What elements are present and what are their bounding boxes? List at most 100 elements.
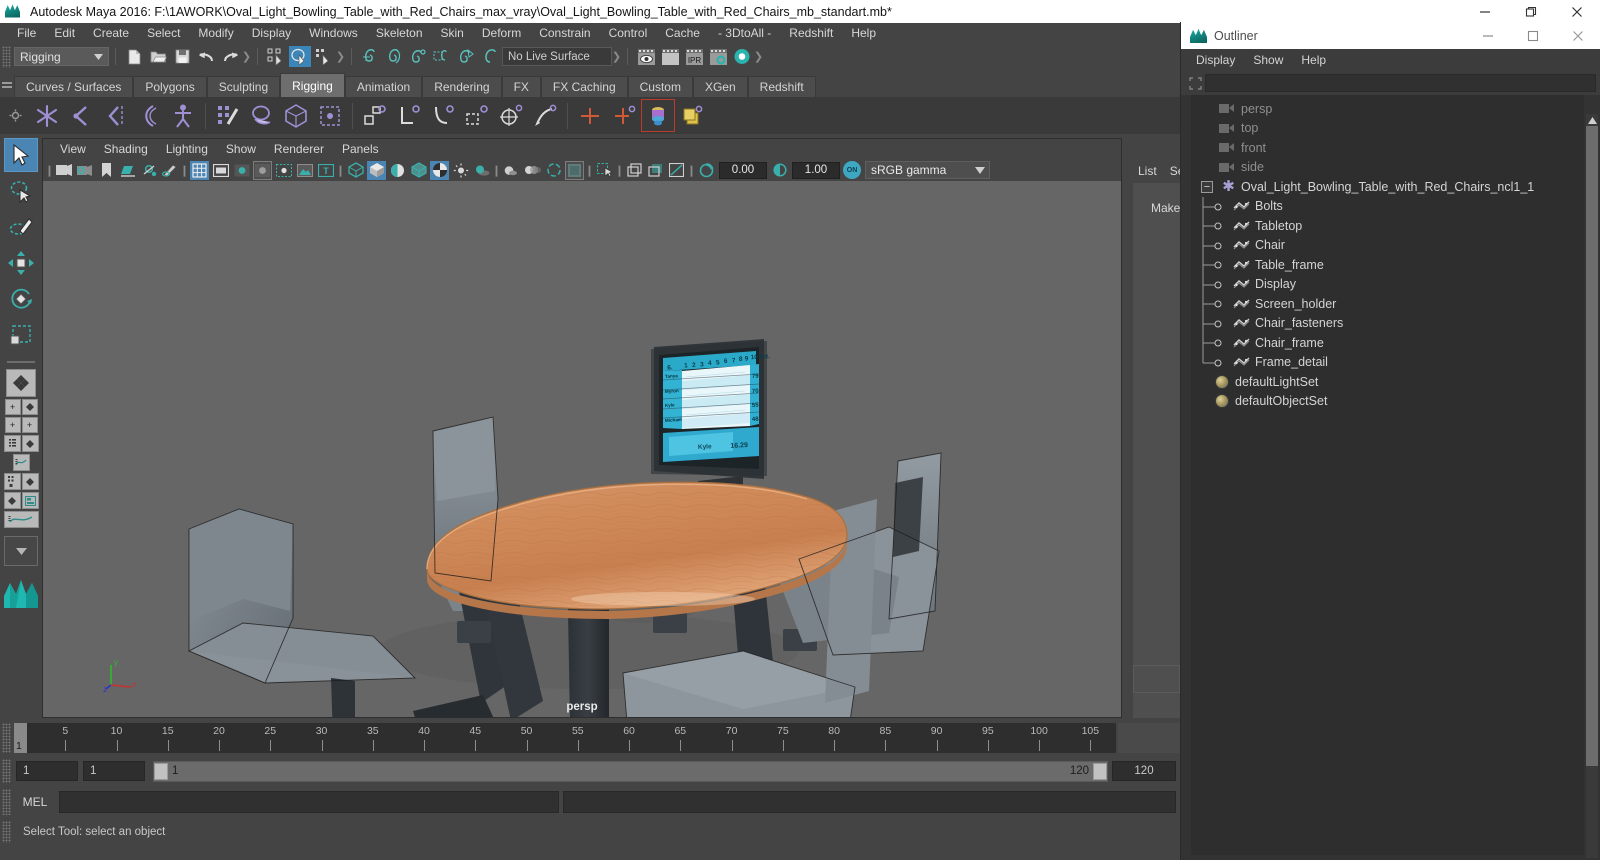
deformer-icon[interactable] [641, 99, 675, 132]
outliner-only-layout[interactable] [3, 435, 21, 452]
snap-to-curve-icon[interactable] [383, 46, 405, 67]
create-locator-icon[interactable] [573, 99, 607, 132]
outliner-scrollbar[interactable] [1586, 114, 1598, 858]
menu-cache[interactable]: Cache [656, 23, 709, 44]
anim-start-field[interactable]: 1 [83, 761, 145, 781]
viewport-menu-renderer[interactable]: Renderer [265, 142, 333, 156]
playback-controls-area[interactable] [1118, 723, 1180, 753]
image-plane-icon[interactable] [118, 161, 137, 180]
select-camera-icon[interactable] [55, 161, 74, 180]
outliner-item-top[interactable]: top [1191, 119, 1584, 139]
make-label[interactable]: Make [1151, 201, 1180, 215]
menu-skeleton[interactable]: Skeleton [367, 23, 432, 44]
shelf-tab-sculpting[interactable]: Sculpting [206, 76, 281, 97]
menu-modify[interactable]: Modify [189, 23, 242, 44]
shelf-tab-redshift[interactable]: Redshift [747, 76, 816, 97]
lasso-select-tool[interactable] [4, 174, 38, 208]
texture-borders-icon[interactable]: T [316, 161, 335, 180]
outliner-item-front[interactable]: front [1191, 138, 1584, 158]
xray-icon[interactable] [625, 161, 644, 180]
gamma-value[interactable]: 1.00 [792, 161, 840, 179]
scroll-up-icon[interactable] [1586, 114, 1598, 126]
menu-control[interactable]: Control [600, 23, 657, 44]
toolbar-collapse-arrow[interactable]: ❯ [754, 48, 763, 66]
outliner-item-persp[interactable]: persp [1191, 99, 1584, 119]
menu-3dtoall[interactable]: - 3DtoAll - [709, 23, 780, 44]
render-view-layout[interactable] [3, 492, 21, 509]
snap-to-grid-icon[interactable] [359, 46, 381, 67]
shelf-tab-rigging[interactable]: Rigging [280, 73, 345, 97]
insert-joint-icon[interactable] [64, 99, 98, 132]
create-locator-offset-icon[interactable] [607, 99, 641, 132]
quick-rig-icon[interactable] [166, 99, 200, 132]
toolbar-collapse-arrow[interactable]: ❯ [242, 48, 251, 66]
open-scene-icon[interactable] [147, 46, 169, 67]
timeline-current-frame-indicator[interactable]: 1 [14, 723, 27, 753]
snap-to-view-plane-icon[interactable] [455, 46, 477, 67]
render-sequence-icon[interactable] [659, 46, 681, 67]
smooth-shade-all-icon[interactable] [367, 160, 386, 180]
live-surface-field[interactable]: No Live Surface [502, 47, 612, 66]
range-slider-right-handle[interactable] [1093, 762, 1107, 780]
parent-constraint-icon[interactable] [358, 99, 392, 132]
outliner-persp-layout[interactable] [21, 399, 38, 415]
outliner-search-input[interactable] [1205, 74, 1596, 92]
paint-skin-weights-icon[interactable] [211, 99, 245, 132]
blend-shape-layout[interactable] [21, 473, 39, 490]
grid-toggle-icon[interactable] [190, 160, 209, 180]
range-slider[interactable]: 1 120 [153, 760, 1108, 782]
undo-icon[interactable] [195, 46, 217, 67]
menu-create[interactable]: Create [84, 23, 138, 44]
close-icon[interactable] [1555, 22, 1600, 49]
screen-space-ao-icon[interactable] [502, 161, 521, 180]
menu-skin[interactable]: Skin [432, 23, 473, 44]
menu-list[interactable]: List [1138, 164, 1157, 178]
graph-editor-layout[interactable] [12, 454, 30, 471]
color-management-selector[interactable]: sRGB gamma [865, 161, 990, 179]
mirror-joint-icon[interactable] [98, 99, 132, 132]
hypergraph-layout[interactable] [3, 473, 21, 490]
duplicate-special-icon[interactable] [675, 99, 709, 132]
persp-only-layout[interactable] [21, 435, 39, 452]
film-gate-icon[interactable] [211, 161, 230, 180]
exposure-icon[interactable] [697, 161, 716, 180]
timeslider-track[interactable]: 5 10 15 20 25 30 35 40 45 50 55 60 65 70 75 80 85 90 95 100… [14, 723, 1116, 753]
shelf-tab-fx[interactable]: FX [501, 76, 541, 97]
range-slider-left-handle[interactable] [154, 762, 168, 780]
attribute-editor-slot[interactable] [1133, 665, 1180, 693]
command-language-label[interactable]: MEL [11, 795, 59, 809]
xray-active-components-icon[interactable] [667, 161, 686, 180]
interactive-bind-icon[interactable] [279, 99, 313, 132]
scale-tool[interactable] [4, 318, 38, 352]
aim-constraint-icon[interactable] [494, 99, 528, 132]
shelf-tab-fx-caching[interactable]: FX Caching [540, 76, 628, 97]
image-plane-display-icon[interactable] [295, 161, 314, 180]
command-input[interactable] [59, 791, 559, 813]
maximize-icon[interactable] [1510, 22, 1555, 49]
minimize-icon[interactable] [1462, 0, 1508, 23]
shelf-tab-curves-surfaces[interactable]: Curves / Surfaces [14, 76, 134, 97]
select-tool[interactable] [4, 138, 38, 172]
menuset-selector[interactable]: Rigging [14, 47, 109, 66]
multisample-icon[interactable] [544, 161, 563, 180]
timeslider-grip[interactable] [2, 723, 11, 753]
xray-joints-icon[interactable] [646, 161, 665, 180]
shelf-tab-xgen[interactable]: XGen [692, 76, 748, 97]
redo-icon[interactable] [219, 46, 241, 67]
outliner-item-display[interactable]: Display [1191, 274, 1584, 295]
point-constraint-icon[interactable] [392, 99, 426, 132]
shelf-tab-animation[interactable]: Animation [344, 76, 423, 97]
outliner-item-side[interactable]: side [1191, 158, 1584, 178]
helpline-grip[interactable] [2, 821, 11, 843]
save-scene-icon[interactable] [171, 46, 193, 67]
render-current-frame-icon[interactable] [635, 46, 657, 67]
rotate-tool[interactable] [4, 282, 38, 316]
maximize-icon[interactable] [1508, 0, 1554, 23]
outliner-menu-display[interactable]: Display [1187, 53, 1244, 67]
pole-vector-constraint-icon[interactable] [528, 99, 562, 132]
depth-of-field-icon[interactable] [565, 160, 584, 180]
isolate-select-icon[interactable] [595, 161, 614, 180]
menu-edit[interactable]: Edit [45, 23, 84, 44]
smooth-bind-icon[interactable] [313, 99, 347, 132]
viewport-canvas[interactable]: Kyle 16.29 6. 1 2 3 4 5 6 7 8 9 10 Tot. … [43, 181, 1121, 717]
